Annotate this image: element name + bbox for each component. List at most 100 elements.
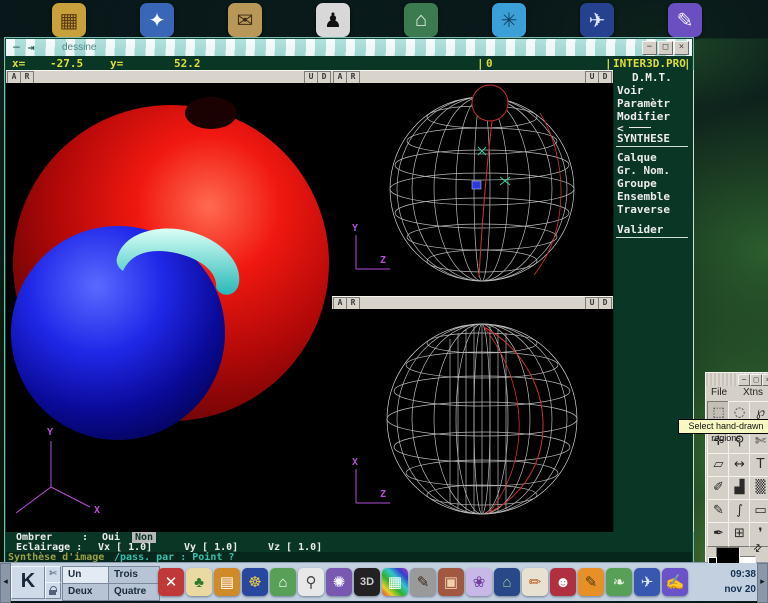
- ink-tool-button[interactable]: ✒: [707, 522, 730, 547]
- modeler-3d-icon[interactable]: 3D: [354, 568, 380, 596]
- gimp-menu-xtns[interactable]: Xtns: [743, 387, 763, 398]
- lock-button[interactable]: [45, 582, 61, 599]
- axis-triad: [16, 441, 90, 513]
- close-button[interactable]: ×: [674, 41, 689, 55]
- pencil-tool-button[interactable]: ✎: [707, 499, 730, 524]
- paintbrush-tool-button[interactable]: ∫: [728, 499, 751, 524]
- pager-desktop-quatre[interactable]: Quatre: [108, 583, 160, 601]
- photo-icon[interactable]: ▣: [438, 568, 464, 596]
- window-title: dessine: [62, 42, 96, 53]
- close-button[interactable]: ×: [762, 374, 768, 386]
- package-glyph: ▦: [60, 8, 79, 33]
- back-arrow-line: [629, 127, 651, 128]
- bucket-fill-tool-button[interactable]: ▟: [728, 476, 751, 501]
- orange-pencil-icon[interactable]: ✎: [578, 568, 604, 596]
- pager-desktop-deux[interactable]: Deux: [62, 583, 114, 601]
- flip-tool-button[interactable]: ↔: [728, 453, 751, 478]
- home-glyph: ⌂: [415, 9, 427, 32]
- dictionary-icon[interactable]: ✕: [158, 568, 184, 596]
- pencil-icon[interactable]: ✏: [522, 568, 548, 596]
- menu-item-valider[interactable]: Valider: [617, 223, 663, 236]
- ant-icon[interactable]: ✳: [492, 3, 526, 37]
- notepad-icon[interactable]: ✍: [662, 568, 688, 596]
- rocket-pen-icon[interactable]: ✈: [634, 568, 660, 596]
- window-list-button[interactable]: ✄: [45, 566, 61, 583]
- menu-item-traverse[interactable]: Traverse: [617, 203, 670, 216]
- menu-item-gr-nom[interactable]: Gr. Nom.: [617, 164, 670, 177]
- desktop-notes-icon[interactable]: ♣: [186, 568, 212, 596]
- ant-glyph: ✳: [501, 8, 518, 33]
- clone-tool-button[interactable]: ⊞: [728, 522, 751, 547]
- tux-glyph: ♟: [324, 8, 342, 33]
- coord-x-label: x=: [12, 57, 25, 70]
- gradient-tool-button[interactable]: ▒: [749, 476, 768, 501]
- paint-leaf-glyph: ❧: [613, 575, 626, 590]
- gimp-titlebar[interactable]: − □ ×: [706, 373, 768, 386]
- tux-icon[interactable]: ♟: [316, 3, 350, 37]
- clock-applet[interactable]: 09:38 nov 20: [724, 567, 756, 597]
- gimp-glyph: ✎: [417, 575, 430, 590]
- dictionary-glyph: ✕: [165, 575, 178, 590]
- wireframe-front-render: Y Z: [332, 83, 613, 296]
- pager-desktop-trois[interactable]: Trois: [108, 566, 160, 584]
- menu-item-ensemble[interactable]: Ensemble: [617, 190, 670, 203]
- file-cabinet-icon[interactable]: ▤: [214, 568, 240, 596]
- color-picker-tool-button[interactable]: ✐: [707, 476, 730, 501]
- transform-tool-button[interactable]: ▱: [707, 453, 730, 478]
- taskbar: ◂ K ✄ Un Trois Deux Quatre ✕ ♣ ▤ ☸ ⌂ ⚲ ✺…: [0, 562, 768, 601]
- k-menu-button[interactable]: K: [11, 566, 45, 599]
- package-icon[interactable]: ▦: [52, 3, 86, 37]
- figure-icon[interactable]: ☻: [550, 568, 576, 596]
- doc-search-glyph: ⚲: [306, 575, 317, 590]
- clock-date: nov 20: [724, 582, 756, 597]
- gimp-toolbox-window: − □ × File Xtns ⬚ ◌ ℘ ✛ ⚲ ✄ ▱ ↔ T ✐ ▟ ▒ …: [705, 372, 768, 564]
- rocket-icon[interactable]: ✈: [580, 3, 614, 37]
- gimp-menu-file[interactable]: File: [711, 387, 727, 398]
- sports-icon[interactable]: ✦: [140, 3, 174, 37]
- eraser-tool-button[interactable]: ▭: [749, 499, 768, 524]
- menu-item-synthese[interactable]: SYNTHESE: [617, 132, 670, 145]
- paint-leaf-icon[interactable]: ❧: [606, 568, 632, 596]
- menu-item-dmt[interactable]: D.M.T.: [632, 71, 672, 84]
- shaded-viewport-canvas[interactable]: Y X: [6, 83, 332, 532]
- divider: |: [477, 57, 484, 70]
- web-home-icon[interactable]: ⌂: [494, 568, 520, 596]
- menu-item-groupe[interactable]: Groupe: [617, 177, 657, 190]
- selection-marker: [472, 181, 481, 189]
- default-colors-icon[interactable]: [708, 557, 717, 564]
- status-line-eclairage: Eclairage : Vx [ 1.0] Vy [ 1.0] Vz [ 1.0…: [6, 542, 692, 552]
- home-icon[interactable]: ⌂: [404, 3, 438, 37]
- mail-icon[interactable]: ✉: [228, 3, 262, 37]
- wireframe-top-canvas[interactable]: X Z: [332, 309, 613, 532]
- wireframe-top-render: X Z: [332, 309, 613, 532]
- palette-icon[interactable]: ▦: [382, 568, 408, 596]
- flower-search-icon[interactable]: ❀: [466, 568, 492, 596]
- text-tool-button[interactable]: T: [749, 453, 768, 478]
- birdhouse-icon[interactable]: ⌂: [270, 568, 296, 596]
- shade-icon[interactable]: ─: [13, 41, 20, 54]
- notes-icon[interactable]: ✎: [668, 3, 702, 37]
- menu-item-calque[interactable]: Calque: [617, 151, 657, 164]
- menu-item-modifier[interactable]: Modifier: [617, 110, 670, 123]
- maximize-button[interactable]: □: [658, 41, 673, 55]
- orange-pencil-glyph: ✎: [585, 575, 598, 590]
- helm-flag-icon[interactable]: ☸: [242, 568, 268, 596]
- panel-hide-right-arrow[interactable]: ▸: [757, 563, 768, 603]
- pin-icon[interactable]: ⇥: [28, 41, 35, 54]
- coordinate-bar: x= -27.5 y= 52.2 | 0 | INTER3D.PRO |: [6, 56, 692, 71]
- inter3d-window: ─ ⇥ dessine − □ × x= -27.5 y= 52.2 | 0 |…: [5, 38, 693, 564]
- sports-glyph: ✦: [149, 8, 166, 33]
- gimp-icon[interactable]: ✎: [410, 568, 436, 596]
- doc-search-icon[interactable]: ⚲: [298, 568, 324, 596]
- minimize-button[interactable]: −: [738, 374, 750, 386]
- foreground-color-swatch[interactable]: [716, 547, 740, 564]
- maximize-button[interactable]: □: [750, 374, 762, 386]
- menu-item-parametr[interactable]: Paramètr: [617, 97, 670, 110]
- minimize-button[interactable]: −: [642, 41, 657, 55]
- pager-desktop-un[interactable]: Un: [62, 566, 114, 584]
- menu-item-voir[interactable]: Voir: [617, 84, 644, 97]
- panel-hide-left-arrow[interactable]: ◂: [0, 563, 11, 603]
- window-titlebar[interactable]: ─ ⇥ dessine − □ ×: [6, 39, 692, 56]
- molecule-icon[interactable]: ✺: [326, 568, 352, 596]
- wireframe-front-canvas[interactable]: Y Z: [332, 83, 613, 296]
